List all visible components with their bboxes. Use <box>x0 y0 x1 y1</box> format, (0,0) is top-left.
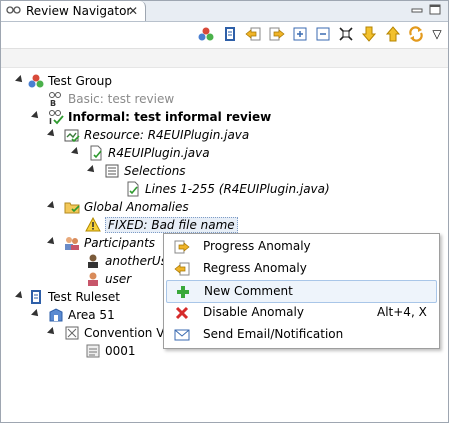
refresh-icon[interactable] <box>408 26 424 42</box>
expand-arrow-icon[interactable] <box>47 327 57 337</box>
tree-item-label: 0001 <box>105 344 136 358</box>
tree-item-label: user <box>105 272 132 286</box>
expand-arrow-icon[interactable] <box>47 201 57 211</box>
collapse-all-icon[interactable] <box>315 26 331 42</box>
violation-icon <box>64 325 80 341</box>
selection-icon <box>125 181 141 197</box>
expand-arrow-icon[interactable] <box>31 309 41 319</box>
tree-item-participant[interactable]: user <box>85 270 131 288</box>
move-down-icon[interactable] <box>361 26 377 42</box>
delete-icon <box>174 305 190 321</box>
menu-item-label: Regress Anomaly <box>203 261 307 275</box>
expand-arrow-icon[interactable] <box>47 129 57 139</box>
svg-text:I: I <box>49 117 52 125</box>
tree-item-anomaly[interactable]: FIXED: Bad file name <box>85 216 238 234</box>
review-icon[interactable] <box>222 26 238 42</box>
menu-item-new-comment[interactable]: New Comment <box>166 280 437 303</box>
menu-item-regress-anomaly[interactable]: Regress Anomaly <box>166 258 435 279</box>
expand-arrow-icon[interactable] <box>87 165 97 175</box>
previous-icon[interactable] <box>245 26 261 42</box>
context-menu: Progress Anomaly Regress Anomaly New Com… <box>163 233 440 349</box>
user-icon <box>85 271 101 287</box>
expand-arrow-icon[interactable] <box>15 75 25 85</box>
minimize-icon[interactable] <box>410 4 424 16</box>
ruleset-icon <box>28 289 44 305</box>
tree-item-lines[interactable]: Lines 1-255 (R4EUIPlugin.java) <box>125 180 330 198</box>
review-navigator-icon <box>6 4 22 18</box>
maximize-icon[interactable] <box>428 4 442 16</box>
rule-icon <box>85 343 101 359</box>
mail-icon <box>174 327 190 343</box>
group-icon <box>28 73 44 89</box>
review-navigator-tab[interactable]: Review Navigator ✕ <box>1 1 146 21</box>
tree-item-file[interactable]: R4EUIPlugin.java <box>71 144 210 162</box>
expand-all-icon[interactable] <box>292 26 308 42</box>
tree-item-ruleset[interactable]: Test Ruleset <box>15 288 120 306</box>
resource-icon <box>64 127 80 143</box>
warning-icon <box>85 216 101 233</box>
view-title: Review Navigator <box>26 4 132 18</box>
tree-item-area[interactable]: Area 51 <box>31 306 115 324</box>
file-icon <box>88 145 104 161</box>
tree-item-informal-review[interactable]: I Informal: test informal review <box>31 108 272 126</box>
view-tab-strip: Review Navigator ✕ <box>1 1 448 22</box>
close-icon[interactable]: ✕ <box>128 4 138 18</box>
menu-item-label: New Comment <box>204 284 293 298</box>
tree-item-label: Test Ruleset <box>48 290 120 304</box>
tree-item-participant[interactable]: anotherUse <box>85 252 174 270</box>
tree-item-label: Area 51 <box>68 308 115 322</box>
expand-arrow-icon[interactable] <box>31 111 41 121</box>
tree-item-participants[interactable]: Participants <box>47 234 156 252</box>
folder-icon <box>64 199 80 215</box>
tree-item-label: Lines 1-255 (R4EUIPlugin.java) <box>145 182 330 196</box>
menu-item-send-email[interactable]: Send Email/Notification <box>166 324 435 345</box>
informal-review-icon: I <box>48 109 64 126</box>
view-toolbar: ▽ <box>1 22 448 46</box>
toolbar-separator <box>1 48 448 68</box>
tree-item-label: Resource: R4EUIPlugin.java <box>84 128 250 142</box>
tree-item-violation[interactable]: Convention Vio <box>47 324 175 342</box>
review-navigator-view: Review Navigator ✕ ▽ Test Group B Basic:… <box>0 0 449 423</box>
menu-item-label: Send Email/Notification <box>203 327 344 341</box>
selections-icon <box>104 163 120 179</box>
tree-item-label: Basic: test review <box>68 92 175 106</box>
area-icon <box>48 307 64 323</box>
progress-icon <box>174 239 190 255</box>
menu-item-progress-anomaly[interactable]: Progress Anomaly <box>166 236 435 257</box>
menu-item-accelerator: Alt+4, X <box>377 305 427 319</box>
regress-icon <box>174 261 190 277</box>
tree-item-rule[interactable]: 0001 <box>85 342 136 360</box>
menu-item-label: Progress Anomaly <box>203 239 311 253</box>
expand-arrow-icon[interactable] <box>71 147 81 157</box>
menu-item-disable-anomaly[interactable]: Disable Anomaly Alt+4, X <box>166 302 435 323</box>
tree-item-label: Participants <box>84 236 156 250</box>
expand-arrow-icon[interactable] <box>47 237 57 247</box>
expand-arrow-icon[interactable] <box>15 291 25 301</box>
tree-item-selections[interactable]: Selections <box>87 162 186 180</box>
tree-item-label: FIXED: Bad file name <box>105 217 238 233</box>
tree-item-label: Test Group <box>48 74 112 88</box>
view-menu-icon[interactable]: ▽ <box>429 26 445 42</box>
tree-item-resource[interactable]: Resource: R4EUIPlugin.java <box>47 126 250 144</box>
tree-item-basic-review[interactable]: B Basic: test review <box>48 90 174 108</box>
tree-item-label: Informal: test informal review <box>68 110 272 124</box>
user-icon <box>85 253 101 269</box>
svg-text:B: B <box>50 99 56 107</box>
next-icon[interactable] <box>269 26 285 42</box>
tree-item-label: Selections <box>124 164 186 178</box>
tree-item-global-anomalies[interactable]: Global Anomalies <box>47 198 189 216</box>
menu-item-label: Disable Anomaly <box>203 305 304 319</box>
filter-icon[interactable] <box>338 26 354 42</box>
tree-item-test-group[interactable]: Test Group <box>15 72 112 90</box>
basic-review-icon: B <box>48 91 64 108</box>
participants-icon <box>64 235 80 251</box>
tree-item-label: Convention Vio <box>84 326 175 340</box>
tree-item-label: Global Anomalies <box>84 200 189 214</box>
group-icon[interactable] <box>198 26 214 42</box>
tree-item-label: R4EUIPlugin.java <box>108 146 210 160</box>
add-icon <box>175 284 191 300</box>
move-up-icon[interactable] <box>385 26 401 42</box>
